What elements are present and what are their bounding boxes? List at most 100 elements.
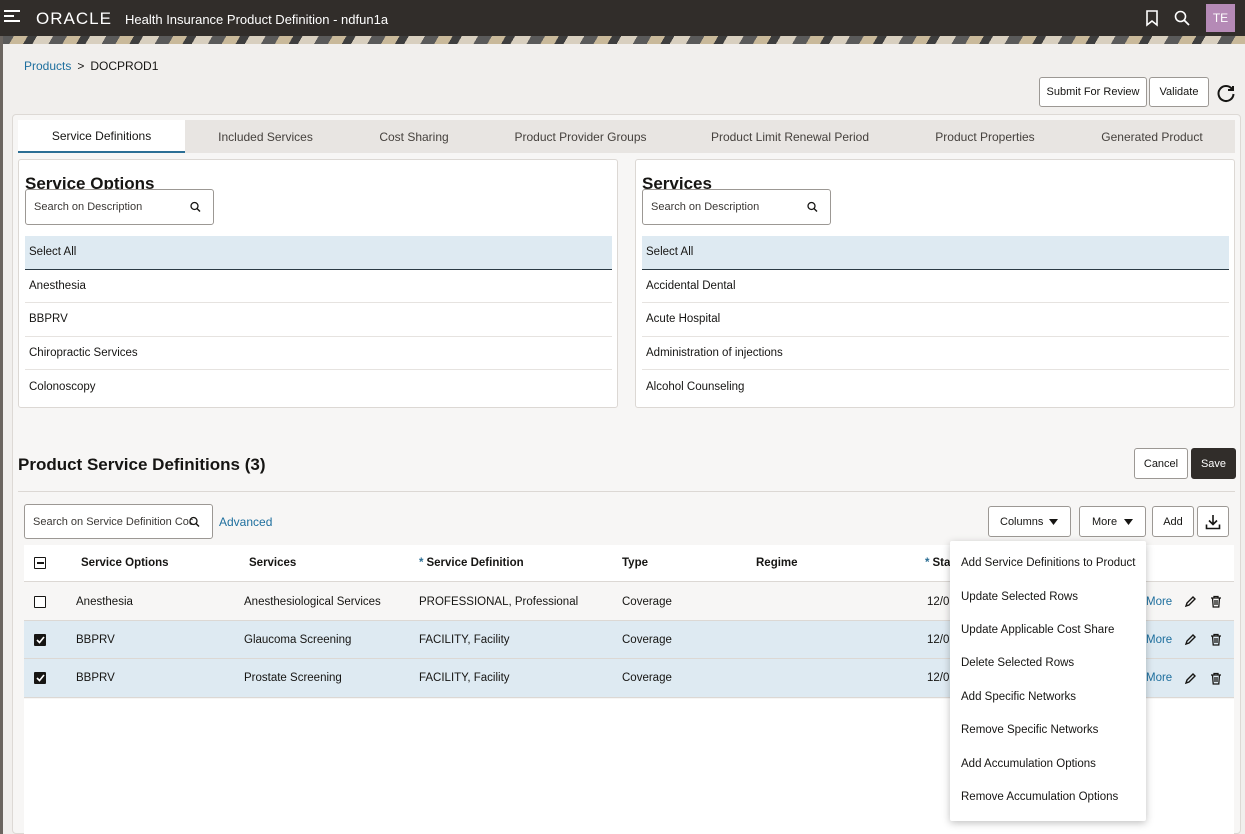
service-definition-search[interactable] bbox=[24, 504, 213, 539]
save-button[interactable]: Save bbox=[1191, 448, 1236, 479]
select-all-services[interactable]: Select All bbox=[642, 236, 1229, 270]
user-avatar[interactable]: TE bbox=[1206, 4, 1235, 32]
col-service-options[interactable]: Service Options bbox=[81, 545, 169, 581]
cell-service-definition: FACILITY, Facility bbox=[419, 633, 510, 646]
cell-service: Glaucoma Screening bbox=[244, 633, 352, 646]
list-item[interactable]: Accidental Dental bbox=[642, 270, 1229, 303]
service-definition-search-input[interactable] bbox=[33, 505, 193, 538]
delete-icon[interactable] bbox=[1210, 583, 1222, 620]
cell-service: Anesthesiological Services bbox=[244, 595, 381, 608]
cell-type: Coverage bbox=[622, 672, 672, 684]
cancel-button[interactable]: Cancel bbox=[1134, 448, 1188, 479]
menu-item-remove-specific-networks[interactable]: Remove Specific Networks bbox=[961, 724, 1098, 736]
col-service-definition-label: Service Definition bbox=[426, 557, 524, 569]
tab-service-definitions[interactable]: Service Definitions bbox=[18, 120, 185, 153]
select-all-rows-checkbox[interactable] bbox=[34, 557, 46, 569]
col-type[interactable]: Type bbox=[622, 545, 648, 581]
menu-item-delete-selected-rows[interactable]: Delete Selected Rows bbox=[961, 657, 1074, 669]
menu-item-add-specific-networks[interactable]: Add Specific Networks bbox=[961, 691, 1076, 703]
services-search-input[interactable] bbox=[651, 190, 801, 224]
cell-service-option: BBPRV bbox=[76, 672, 115, 684]
refresh-icon[interactable] bbox=[1215, 82, 1237, 104]
row-more-link[interactable]: More bbox=[1146, 621, 1172, 658]
add-button[interactable]: Add bbox=[1152, 506, 1194, 537]
cell-start: 12/0 bbox=[927, 672, 950, 684]
cell-service-option: BBPRV bbox=[76, 633, 115, 646]
col-services[interactable]: Services bbox=[249, 545, 296, 581]
services-search[interactable] bbox=[642, 189, 831, 225]
row-checkbox[interactable] bbox=[34, 595, 46, 608]
checkmark-icon bbox=[35, 674, 45, 682]
edit-icon[interactable] bbox=[1184, 621, 1197, 658]
header-banner bbox=[0, 36, 1245, 44]
more-button[interactable]: More bbox=[1079, 506, 1146, 537]
product-service-definitions-title: Product Service Definitions (3) bbox=[18, 455, 266, 474]
row-checkbox[interactable] bbox=[34, 672, 46, 684]
list-item[interactable]: Chiropractic Services bbox=[25, 337, 612, 370]
breadcrumb-separator: > bbox=[77, 59, 85, 73]
delete-icon[interactable] bbox=[1210, 621, 1222, 658]
search-icon[interactable] bbox=[190, 201, 201, 213]
download-icon bbox=[1205, 514, 1221, 529]
validate-button[interactable]: Validate bbox=[1149, 77, 1209, 107]
required-indicator: * bbox=[419, 557, 424, 569]
tab-included-services[interactable]: Included Services bbox=[185, 120, 346, 153]
tab-product-provider-groups[interactable]: Product Provider Groups bbox=[482, 120, 679, 153]
list-item[interactable]: Acute Hospital bbox=[642, 303, 1229, 337]
col-start-label: Sta bbox=[932, 557, 951, 569]
download-button[interactable] bbox=[1197, 506, 1229, 537]
menu-item-update-applicable-cost-share[interactable]: Update Applicable Cost Share bbox=[961, 624, 1114, 636]
tab-generated-product[interactable]: Generated Product bbox=[1069, 120, 1235, 153]
edit-icon[interactable] bbox=[1184, 659, 1197, 697]
services-card: Services Select All Accidental Dental Ac… bbox=[635, 159, 1235, 408]
col-regime[interactable]: Regime bbox=[756, 545, 798, 581]
list-item[interactable]: BBPRV bbox=[25, 303, 612, 337]
row-checkbox[interactable] bbox=[34, 633, 46, 646]
checkmark-icon bbox=[35, 635, 45, 644]
hamburger-menu-icon[interactable] bbox=[4, 10, 20, 24]
cell-service-option: Anesthesia bbox=[76, 595, 133, 608]
cell-start: 12/0 bbox=[927, 633, 950, 646]
menu-item-update-selected-rows[interactable]: Update Selected Rows bbox=[961, 591, 1078, 603]
required-indicator: * bbox=[925, 557, 930, 569]
cell-service-definition: FACILITY, Facility bbox=[419, 672, 510, 684]
list-item[interactable]: Alcohol Counseling bbox=[642, 370, 1229, 404]
bookmark-icon[interactable] bbox=[1143, 9, 1161, 27]
delete-icon[interactable] bbox=[1210, 659, 1222, 697]
more-label: More bbox=[1092, 515, 1118, 528]
search-icon[interactable] bbox=[1173, 9, 1191, 27]
col-service-definition[interactable]: * Service Definition bbox=[419, 545, 524, 581]
columns-button[interactable]: Columns bbox=[988, 506, 1071, 537]
menu-item-add-accumulation-options[interactable]: Add Accumulation Options bbox=[961, 758, 1096, 770]
submit-for-review-button[interactable]: Submit For Review bbox=[1039, 77, 1147, 107]
tab-cost-sharing[interactable]: Cost Sharing bbox=[346, 120, 482, 153]
service-options-search-input[interactable] bbox=[34, 190, 184, 224]
service-options-search[interactable] bbox=[25, 189, 214, 225]
cell-type: Coverage bbox=[622, 595, 672, 608]
tab-product-limit-renewal-period[interactable]: Product Limit Renewal Period bbox=[679, 120, 901, 153]
row-more-link[interactable]: More bbox=[1146, 583, 1172, 620]
menu-item-add-service-definitions[interactable]: Add Service Definitions to Product bbox=[961, 557, 1136, 569]
list-item[interactable]: Colonoscopy bbox=[25, 370, 612, 404]
cell-service-definition: PROFESSIONAL, Professional bbox=[419, 595, 579, 608]
col-start[interactable]: * Sta bbox=[925, 545, 950, 581]
tab-product-properties[interactable]: Product Properties bbox=[901, 120, 1069, 153]
list-item[interactable]: Administration of injections bbox=[642, 337, 1229, 370]
window-edge bbox=[0, 36, 3, 834]
breadcrumb-products-link[interactable]: Products bbox=[24, 59, 71, 73]
divider bbox=[18, 491, 1235, 492]
chevron-down-icon bbox=[1049, 519, 1058, 525]
chevron-down-icon bbox=[1124, 519, 1133, 525]
service-options-card: Service Options Select All Anesthesia BB… bbox=[18, 159, 618, 408]
app-header: ORACLE Health Insurance Product Definiti… bbox=[0, 0, 1245, 36]
search-icon[interactable] bbox=[189, 516, 200, 527]
edit-icon[interactable] bbox=[1184, 583, 1197, 620]
list-item[interactable]: Anesthesia bbox=[25, 270, 612, 303]
advanced-search-link[interactable]: Advanced bbox=[219, 515, 272, 529]
search-icon[interactable] bbox=[807, 201, 818, 213]
select-all-service-options[interactable]: Select All bbox=[25, 236, 612, 270]
cell-start: 12/0 bbox=[927, 595, 950, 608]
row-more-link[interactable]: More bbox=[1146, 659, 1172, 697]
breadcrumb: Products > DOCPROD1 bbox=[24, 59, 158, 73]
menu-item-remove-accumulation-options[interactable]: Remove Accumulation Options bbox=[961, 791, 1118, 803]
